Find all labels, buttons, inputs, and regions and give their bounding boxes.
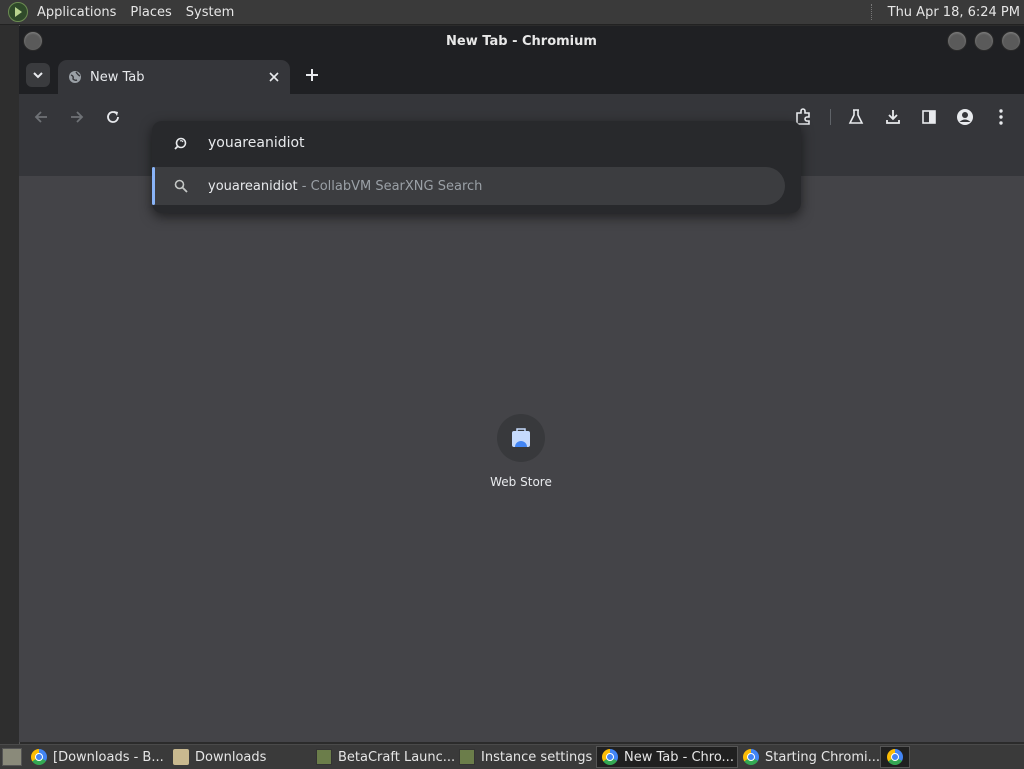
arrow-left-icon: [34, 111, 47, 123]
suggestion-focus-indicator: [152, 167, 155, 205]
taskbar-item-chromium-window[interactable]: [880, 746, 910, 768]
toolbar-separator: [830, 109, 831, 125]
web-store-icon: [512, 428, 530, 447]
taskbar: [Downloads - B... Downloads BetaCraft La…: [0, 744, 1024, 769]
chrome-icon: [31, 749, 47, 765]
forward-button[interactable]: [65, 105, 89, 129]
taskbar-item-label: Downloads: [195, 749, 267, 765]
window-menu-button[interactable]: [23, 31, 43, 51]
globe-icon: [69, 71, 81, 83]
taskbar-item-label: BetaCraft Launc...: [338, 749, 454, 765]
profile-icon: [957, 109, 973, 125]
new-tab-page: Web Store: [19, 176, 1024, 742]
chrome-icon: [602, 749, 618, 765]
clock-text[interactable]: Thu Apr 18, 6:24 PM: [888, 5, 1020, 20]
taskbar-item-downloads[interactable]: Downloads: [168, 746, 311, 768]
flask-icon: [848, 109, 864, 124]
taskbar-item-new-tab[interactable]: New Tab - Chro...: [596, 746, 738, 768]
menu-button[interactable]: [989, 105, 1013, 129]
chevron-down-icon: [33, 72, 43, 79]
minecraft-icon: [459, 749, 475, 765]
minecraft-icon: [316, 749, 332, 765]
close-icon: [269, 72, 279, 82]
desktop-left-edge: [0, 25, 20, 744]
reload-button[interactable]: [101, 105, 125, 129]
chrome-icon: [743, 749, 759, 765]
clock[interactable]: Thu Apr 18, 6:24 PM: [870, 4, 1024, 20]
taskbar-item-instance-settings[interactable]: Instance settings: [454, 746, 596, 768]
title-bar[interactable]: New Tab - Chromium: [19, 26, 1024, 56]
more-vert-icon: [999, 109, 1003, 125]
address-bar-input[interactable]: [208, 133, 768, 153]
plus-icon: [306, 69, 318, 81]
profile-button[interactable]: [953, 105, 977, 129]
omnibox-suggestion[interactable]: youareanidiot - CollabVM SearXNG Search: [152, 167, 785, 205]
top-panel: Applications Places System Thu Apr 18, 6…: [0, 0, 1024, 25]
taskbar-item-label: Starting Chromi...: [765, 749, 880, 765]
applications-menu[interactable]: Applications: [30, 5, 123, 20]
reload-icon: [107, 111, 119, 123]
tab-search-button[interactable]: [26, 63, 50, 87]
taskbar-item-label: Instance settings: [481, 749, 593, 765]
minimize-button[interactable]: [947, 31, 967, 51]
chrome-icon: [887, 749, 903, 765]
back-button[interactable]: [29, 105, 53, 129]
labs-button[interactable]: [844, 105, 868, 129]
places-menu[interactable]: Places: [123, 5, 178, 20]
searxng-icon: [174, 137, 187, 150]
folder-icon: [173, 749, 189, 765]
side-panel-icon: [922, 110, 936, 124]
taskbar-item-downloads-browser[interactable]: [Downloads - B...: [26, 746, 168, 768]
tab-close-button[interactable]: [266, 69, 282, 85]
download-icon: [886, 110, 900, 124]
tab-title: New Tab: [90, 69, 145, 85]
taskbar-item-label: New Tab - Chro...: [624, 749, 734, 765]
taskbar-item-label: [Downloads - B...: [53, 749, 164, 765]
suggestion-query: youareanidiot: [208, 178, 298, 194]
shortcut-web-store[interactable]: Web Store: [481, 414, 561, 489]
window-title: New Tab - Chromium: [446, 33, 597, 49]
new-tab-button[interactable]: [300, 63, 324, 87]
tab-new-tab[interactable]: New Tab: [58, 60, 290, 94]
taskbar-item-betacraft[interactable]: BetaCraft Launc...: [311, 746, 454, 768]
panel-separator: [870, 4, 880, 20]
maximize-button[interactable]: [974, 31, 994, 51]
omnibox-popup: youareanidiot - CollabVM SearXNG Search: [152, 121, 801, 213]
downloads-button[interactable]: [881, 105, 905, 129]
close-window-button[interactable]: [1001, 31, 1021, 51]
arrow-right-icon: [71, 111, 84, 123]
system-menu[interactable]: System: [179, 5, 241, 20]
show-desktop-button[interactable]: [2, 748, 22, 766]
chromium-window: New Tab - Chromium New Tab Web Store you…: [19, 26, 1024, 742]
search-icon: [174, 179, 188, 193]
suggestion-text: youareanidiot - CollabVM SearXNG Search: [208, 179, 482, 194]
applications-logo-icon[interactable]: [8, 2, 28, 22]
suggestion-description: - CollabVM SearXNG Search: [297, 178, 483, 194]
taskbar-item-starting-chromium[interactable]: Starting Chromi...: [738, 746, 880, 768]
web-store-tile[interactable]: [497, 414, 545, 462]
web-store-label: Web Store: [490, 475, 552, 489]
side-panel-button[interactable]: [917, 105, 941, 129]
panel-menu: Applications Places System: [30, 0, 241, 24]
tab-strip: New Tab: [19, 56, 1024, 94]
